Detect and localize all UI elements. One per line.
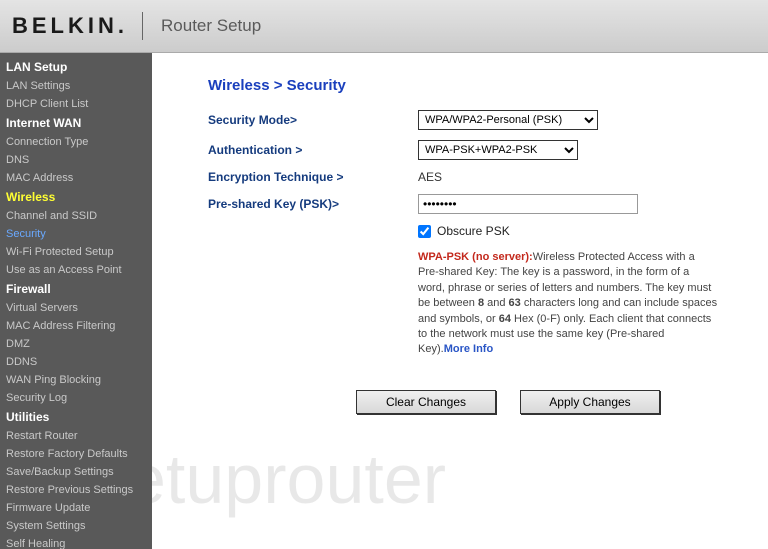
sidebar-item-connection-type[interactable]: Connection Type (0, 133, 152, 151)
sidebar: LAN SetupLAN SettingsDHCP Client ListInt… (0, 53, 152, 549)
label-obscure[interactable]: Obscure PSK (437, 224, 510, 238)
clear-changes-button[interactable]: Clear Changes (356, 390, 496, 414)
sidebar-item-mac-address[interactable]: MAC Address (0, 169, 152, 187)
sidebar-item-self-healing[interactable]: Self Healing (0, 535, 152, 549)
sidebar-item-restore-previous-settings[interactable]: Restore Previous Settings (0, 481, 152, 499)
sidebar-item-mac-address-filtering[interactable]: MAC Address Filtering (0, 317, 152, 335)
input-psk[interactable] (418, 194, 638, 214)
row-obscure: Obscure PSK (418, 224, 732, 238)
link-more-info[interactable]: More Info (444, 343, 494, 355)
apply-changes-button[interactable]: Apply Changes (520, 390, 660, 414)
content-area: Wireless > Security Security Mode> WPA/W… (152, 53, 768, 549)
sidebar-item-dns[interactable]: DNS (0, 151, 152, 169)
row-psk: Pre-shared Key (PSK)> (208, 194, 732, 214)
select-authentication[interactable]: WPA-PSK+WPA2-PSK (418, 140, 578, 160)
button-row: Clear Changes Apply Changes (356, 390, 732, 414)
info-text: WPA-PSK (no server):Wireless Protected A… (418, 250, 718, 358)
row-encryption: Encryption Technique > AES (208, 170, 732, 184)
sidebar-heading-lan-setup: LAN Setup (0, 57, 152, 77)
label-encryption: Encryption Technique > (208, 170, 418, 184)
value-encryption: AES (418, 170, 442, 184)
sidebar-heading-utilities: Utilities (0, 407, 152, 427)
row-security-mode: Security Mode> WPA/WPA2-Personal (PSK) (208, 110, 732, 130)
sidebar-item-ddns[interactable]: DDNS (0, 353, 152, 371)
breadcrumb: Wireless > Security (208, 77, 732, 94)
checkbox-obscure[interactable] (418, 225, 431, 238)
header: BELKIN. Router Setup (0, 0, 768, 53)
sidebar-item-restart-router[interactable]: Restart Router (0, 427, 152, 445)
header-title: Router Setup (161, 16, 261, 36)
info-title: WPA-PSK (no server): (418, 251, 533, 263)
sidebar-heading-wireless: Wireless (0, 187, 152, 207)
sidebar-item-lan-settings[interactable]: LAN Settings (0, 77, 152, 95)
header-divider (142, 12, 143, 40)
sidebar-item-dmz[interactable]: DMZ (0, 335, 152, 353)
sidebar-item-security-log[interactable]: Security Log (0, 389, 152, 407)
sidebar-item-system-settings[interactable]: System Settings (0, 517, 152, 535)
select-security-mode[interactable]: WPA/WPA2-Personal (PSK) (418, 110, 598, 130)
sidebar-item-wan-ping-blocking[interactable]: WAN Ping Blocking (0, 371, 152, 389)
sidebar-item-channel-and-ssid[interactable]: Channel and SSID (0, 207, 152, 225)
sidebar-item-firmware-update[interactable]: Firmware Update (0, 499, 152, 517)
sidebar-heading-firewall: Firewall (0, 279, 152, 299)
label-security-mode: Security Mode> (208, 113, 418, 127)
sidebar-heading-internet-wan: Internet WAN (0, 113, 152, 133)
sidebar-item-security[interactable]: Security (0, 225, 152, 243)
sidebar-item-save-backup-settings[interactable]: Save/Backup Settings (0, 463, 152, 481)
label-authentication: Authentication > (208, 143, 418, 157)
sidebar-item-use-as-an-access-point[interactable]: Use as an Access Point (0, 261, 152, 279)
label-psk: Pre-shared Key (PSK)> (208, 197, 418, 211)
sidebar-item-dhcp-client-list[interactable]: DHCP Client List (0, 95, 152, 113)
watermark: setuprouter (152, 439, 446, 519)
sidebar-item-virtual-servers[interactable]: Virtual Servers (0, 299, 152, 317)
sidebar-item-restore-factory-defaults[interactable]: Restore Factory Defaults (0, 445, 152, 463)
brand-logo: BELKIN. (12, 13, 124, 39)
row-authentication: Authentication > WPA-PSK+WPA2-PSK (208, 140, 732, 160)
sidebar-item-wi-fi-protected-setup[interactable]: Wi-Fi Protected Setup (0, 243, 152, 261)
